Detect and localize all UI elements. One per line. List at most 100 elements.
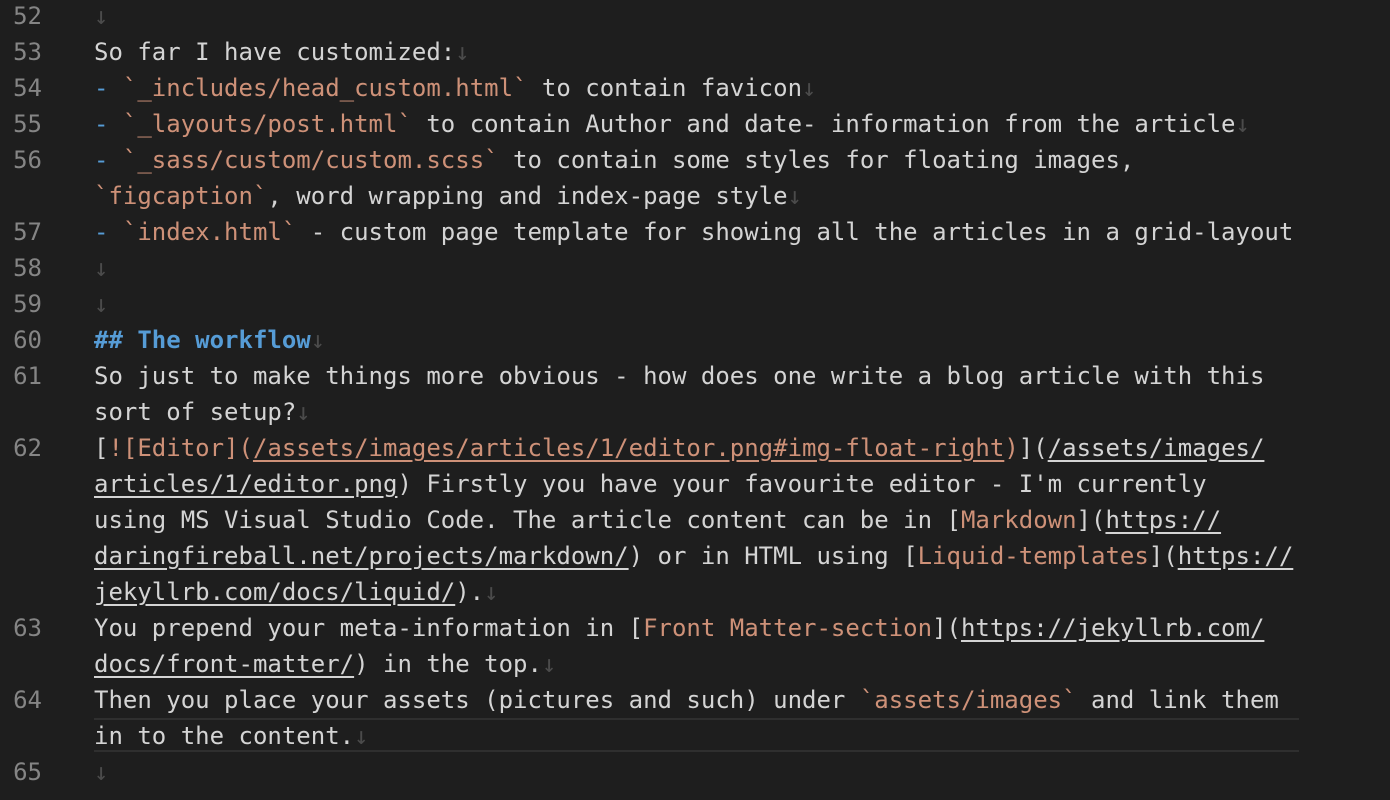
markdown-punctuation: [ (94, 434, 109, 462)
editor-line[interactable]: in to the content.↓ (0, 718, 1390, 754)
inline-code: `_includes/head_custom.html` (122, 74, 528, 102)
editor-line[interactable]: 63 You prepend your meta-information in [… (0, 610, 1390, 646)
whitespace-marker: ↓ (541, 650, 557, 678)
editor-line[interactable]: 56 - `_sass/custom/custom.scss` to contai… (0, 142, 1390, 178)
markdown-punctuation: ]( (1076, 506, 1106, 534)
line-text: So far I have customized: (94, 38, 456, 66)
code-editor[interactable]: 52 ↓ 53 So far I have customized:↓ 54- `_inc… (0, 0, 1390, 800)
whitespace-marker: ↓ (802, 74, 817, 102)
list-bullet: - (94, 146, 123, 174)
line-content[interactable]: in to the content.↓ (94, 718, 369, 754)
line-number: 62 (13, 434, 42, 462)
inline-code: `assets/images` (859, 686, 1077, 714)
line-content[interactable]: You prepend your meta-information in [Fr… (94, 610, 1264, 646)
link-url: docs/front-matter/ (94, 650, 355, 678)
line-text: sort of setup? (94, 398, 297, 426)
editor-line[interactable]: 59 ↓ (0, 286, 1390, 322)
editor-line[interactable]: `figcaption`, word wrapping and index-pa… (0, 178, 1390, 214)
editor-line[interactable]: 53 So far I have customized:↓ (0, 34, 1390, 70)
line-text: using MS Visual Studio Code. The article… (94, 506, 961, 534)
inline-code: `index.html` (122, 218, 297, 246)
line-content[interactable]: using MS Visual Studio Code. The article… (94, 502, 1221, 538)
link-text: Markdown (960, 506, 1077, 534)
editor-line[interactable]: 60 ## The workflow↓ (0, 322, 1390, 358)
line-content[interactable]: ↓ (94, 286, 108, 322)
link-url: https://jekyllrb.com/ (960, 614, 1265, 642)
editor-line[interactable]: 58 ↓ (0, 250, 1390, 286)
line-text: ) Firstly you have your favourite editor… (397, 470, 1207, 498)
editor-line[interactable]: articles/1/editor.png) Firstly you have … (0, 466, 1390, 502)
editor-line[interactable]: 61 So just to make things more obvious - … (0, 358, 1390, 394)
link-text: ( (238, 434, 253, 462)
line-content[interactable]: ↓ (94, 754, 108, 790)
line-number: 54 (13, 74, 42, 102)
list-bullet: - (94, 110, 123, 138)
line-text: in to the content. (94, 722, 355, 750)
line-text: You prepend your meta-information in [ (94, 614, 644, 642)
line-number: 61 (13, 362, 42, 390)
editor-line[interactable]: sort of setup?↓ (0, 394, 1390, 430)
line-content[interactable]: - `index.html` - custom page template fo… (94, 214, 1293, 250)
line-content[interactable]: articles/1/editor.png) Firstly you have … (94, 466, 1207, 502)
link-url: articles/1/editor.png (94, 470, 398, 498)
line-content[interactable]: sort of setup?↓ (94, 394, 311, 430)
editor-line[interactable]: using MS Visual Studio Code. The article… (0, 502, 1390, 538)
line-content[interactable]: So just to make things more obvious - ho… (94, 358, 1264, 394)
line-number: 64 (13, 686, 42, 714)
whitespace-marker: ↓ (484, 578, 499, 606)
editor-line[interactable]: 64 Then you place your assets (pictures a… (0, 682, 1390, 718)
whitespace-marker: ↓ (94, 2, 109, 30)
list-bullet: - (94, 74, 123, 102)
editor-line[interactable]: docs/front-matter/) in the top.↓ (0, 646, 1390, 682)
line-content[interactable]: `figcaption`, word wrapping and index-pa… (94, 178, 802, 214)
line-content[interactable]: daringfireball.net/projects/markdown/) o… (94, 538, 1293, 574)
line-content[interactable]: jekyllrb.com/docs/liquid/).↓ (94, 574, 499, 610)
editor-line[interactable]: jekyllrb.com/docs/liquid/).↓ (0, 574, 1390, 610)
line-content[interactable]: ## The workflow↓ (94, 322, 325, 358)
editor-line[interactable]: 65 ↓ (0, 754, 1390, 790)
editor-line[interactable]: daringfireball.net/projects/markdown/) o… (0, 538, 1390, 574)
line-text: to contain Author and date- information … (411, 110, 1236, 138)
line-number: 57 (13, 218, 42, 246)
whitespace-marker: ↓ (310, 326, 326, 354)
link-url: /assets/images/articles/1/editor.png#img… (252, 434, 1005, 462)
whitespace-marker: ↓ (354, 722, 369, 750)
line-text: and link them (1076, 686, 1279, 714)
line-content[interactable]: - `_layouts/post.html` to contain Author… (94, 106, 1250, 142)
markdown-punctuation: ]( (1148, 542, 1178, 570)
link-url: daringfireball.net/projects/markdown/ (94, 542, 629, 570)
line-number: 58 (13, 254, 42, 282)
link-text: ) (1004, 434, 1019, 462)
line-number: 65 (13, 758, 42, 786)
line-content[interactable]: ↓ (94, 250, 108, 286)
list-bullet: - (94, 218, 123, 246)
line-number: 53 (13, 38, 42, 66)
line-content[interactable]: So far I have customized:↓ (94, 34, 470, 70)
editor-line[interactable]: 52 ↓ (0, 0, 1390, 34)
editor-line[interactable]: 55 - `_layouts/post.html` to contain Auth… (0, 106, 1390, 142)
line-number: 52 (13, 2, 42, 30)
line-content[interactable]: - `_sass/custom/custom.scss` to contain … (94, 142, 1134, 178)
line-content[interactable]: - `_includes/head_custom.html` to contai… (94, 70, 816, 106)
line-content[interactable]: docs/front-matter/) in the top.↓ (94, 646, 556, 682)
whitespace-marker: ↓ (455, 38, 470, 66)
line-content[interactable]: ↓ (94, 0, 108, 34)
line-text: ) or in HTML using [ (628, 542, 918, 570)
line-number: 59 (13, 290, 42, 318)
line-number: 60 (13, 326, 42, 354)
line-number: 63 (13, 614, 42, 642)
inline-code: `_sass/custom/custom.scss` (122, 146, 499, 174)
link-text: Front Matter-section (643, 614, 933, 642)
whitespace-marker: ↓ (1235, 110, 1250, 138)
line-text: Then you place your assets (pictures and… (94, 686, 860, 714)
link-url: /assets/images/ (1047, 434, 1265, 462)
link-text: ![Editor] (108, 434, 239, 462)
link-url: https:// (1105, 506, 1222, 534)
link-url: jekyllrb.com/docs/liquid/ (94, 578, 456, 606)
editor-line[interactable]: 54 - `_includes/head_custom.html` to cont… (0, 70, 1390, 106)
editor-line[interactable]: 62 [![Editor](/assets/images/articles/1/e… (0, 430, 1390, 466)
line-text: - custom page template for showing all t… (296, 218, 1294, 246)
editor-line[interactable]: 57 - `index.html` - custom page template … (0, 214, 1390, 250)
line-content[interactable]: [![Editor](/assets/images/articles/1/edi… (94, 430, 1264, 466)
line-content[interactable]: Then you place your assets (pictures and… (94, 682, 1279, 718)
